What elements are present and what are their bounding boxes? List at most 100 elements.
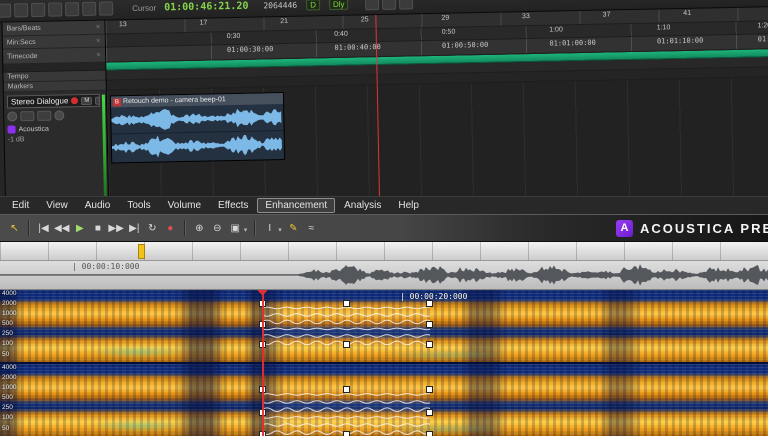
- cursor-label: Cursor: [132, 3, 156, 12]
- daw-menu-icon[interactable]: [0, 3, 11, 17]
- playback-cursor-flag[interactable]: [258, 290, 268, 295]
- brand-name: ACOUSTICA PREMI: [640, 221, 768, 236]
- spectrogram-left-channel[interactable]: 4000 2000 1000 500 250 100 50 | 00:00:20…: [0, 290, 768, 362]
- freq-label: 250: [2, 405, 13, 412]
- acoustica-logo-icon: A: [616, 220, 633, 237]
- freq-label: 100: [2, 341, 13, 348]
- save-project-icon[interactable]: [48, 2, 62, 16]
- rewind-icon[interactable]: ◀◀: [53, 219, 70, 237]
- selection-handle[interactable]: [343, 431, 350, 436]
- fx-slot[interactable]: Acoustica: [7, 124, 100, 134]
- spectrogram-view: 4000 2000 1000 500 250 100 50 | 00:00:20…: [0, 290, 768, 436]
- acoustica-toolbar: ↖ |◀ ◀◀ ▶ ■ ▶▶ ▶| ↻ ● ⊕ ⊖ ▣ ▾ I ▾ ✎ ≈ A …: [0, 214, 768, 242]
- playback-cursor[interactable]: [262, 290, 264, 436]
- freq-label: 4000: [2, 291, 16, 298]
- skip-to-start-icon[interactable]: |◀: [35, 219, 52, 237]
- mute-button[interactable]: M: [81, 96, 92, 104]
- pan-knob[interactable]: [7, 111, 17, 121]
- close-icon[interactable]: ✕: [96, 51, 101, 58]
- selection-handle[interactable]: [426, 341, 433, 348]
- overview-time-label: | 00:00:10:000: [72, 262, 139, 271]
- close-icon[interactable]: ✕: [95, 24, 100, 31]
- brand-area: A ACOUSTICA PREMI: [616, 215, 768, 241]
- status-badge-d: D: [306, 0, 320, 10]
- spectrogram-right-channel[interactable]: 4000 2000 1000 500 250 100 50: [0, 362, 768, 436]
- fast-forward-icon[interactable]: ▶▶: [107, 219, 124, 237]
- track-name[interactable]: Stereo Dialogue M S: [7, 94, 100, 109]
- selection-handle[interactable]: [343, 341, 350, 348]
- menu-analysis[interactable]: Analysis: [336, 198, 389, 213]
- playhead-marker[interactable]: [138, 244, 145, 259]
- harmonic-lines: [262, 389, 430, 435]
- daw-window: Cursor 01:00:46:21.20 2064446 D Dly CKS …: [0, 0, 768, 196]
- chevron-down-icon[interactable]: ▾: [244, 226, 248, 234]
- metronome-icon[interactable]: [365, 0, 379, 10]
- freq-label: 1000: [2, 385, 16, 392]
- harmonics-tool-icon[interactable]: ≈: [303, 219, 320, 237]
- width-knob[interactable]: [54, 110, 64, 120]
- skip-to-end-icon[interactable]: ▶|: [126, 219, 143, 237]
- acoustica-window: Edit View Audio Tools Volume Effects Enh…: [0, 196, 768, 431]
- harmonic-lines: [262, 303, 430, 345]
- menu-tools[interactable]: Tools: [119, 198, 158, 213]
- play-icon[interactable]: ▶: [71, 219, 88, 237]
- menu-help[interactable]: Help: [390, 198, 427, 213]
- freq-label: 2000: [2, 375, 16, 382]
- fx-button[interactable]: [20, 111, 34, 121]
- freq-label: 100: [2, 415, 13, 422]
- menu-enhancement[interactable]: Enhancement: [257, 198, 335, 213]
- menu-volume[interactable]: Volume: [160, 198, 209, 213]
- record-arm-icon[interactable]: [71, 97, 78, 104]
- menu-view[interactable]: View: [38, 198, 76, 213]
- record-icon[interactable]: ●: [162, 219, 179, 237]
- arrange-area[interactable]: B Retouch demo - camera beep-01: [107, 77, 768, 196]
- grid-icon[interactable]: [382, 0, 396, 10]
- loop-icon[interactable]: ↻: [144, 219, 161, 237]
- spectrogram-time-label: | 00:00:20:000: [400, 292, 467, 301]
- menu-edit[interactable]: Edit: [4, 198, 37, 213]
- new-project-icon[interactable]: [14, 3, 28, 17]
- zoom-out-icon[interactable]: ⊖: [209, 219, 226, 237]
- menu-audio[interactable]: Audio: [77, 198, 119, 213]
- zoom-in-icon[interactable]: ⊕: [191, 219, 208, 237]
- undo-icon[interactable]: [65, 2, 79, 16]
- selection-handle[interactable]: [426, 409, 433, 416]
- overview-waveform[interactable]: | 00:00:10:000: [0, 261, 768, 290]
- open-project-icon[interactable]: [31, 3, 45, 17]
- selection-handle[interactable]: [426, 321, 433, 328]
- editor-time-ruler[interactable]: [0, 242, 768, 261]
- mixer-icon[interactable]: [399, 0, 413, 10]
- item-lock-badge[interactable]: B: [113, 98, 121, 106]
- freq-label: 2000: [2, 301, 16, 308]
- chevron-down-icon[interactable]: ▾: [278, 226, 282, 234]
- time-selection-icon[interactable]: I: [261, 219, 278, 237]
- track-volume-value[interactable]: -1 dB: [8, 135, 101, 144]
- spectral-selection[interactable]: [262, 303, 430, 345]
- snap-icon[interactable]: [99, 1, 113, 15]
- env-button[interactable]: [37, 111, 51, 121]
- status-badge-dly: Dly: [329, 0, 349, 10]
- sample-position-readout: 2064446: [263, 0, 297, 10]
- freq-label: 500: [2, 395, 13, 402]
- plugin-icon: [7, 125, 15, 133]
- menu-effects[interactable]: Effects: [210, 198, 256, 213]
- selection-handle[interactable]: [426, 300, 433, 307]
- selection-handle[interactable]: [426, 386, 433, 393]
- pointer-tool-icon[interactable]: ↖: [6, 219, 23, 237]
- selection-handle[interactable]: [343, 386, 350, 393]
- pencil-tool-icon[interactable]: ✎: [285, 219, 302, 237]
- selection-handle[interactable]: [343, 300, 350, 307]
- spectral-selection[interactable]: [262, 389, 430, 435]
- track-control-panel: Stereo Dialogue M S Acoustica: [4, 91, 108, 196]
- cursor-time-readout: 01:00:46:21.20: [164, 0, 249, 13]
- freq-label: 4000: [2, 365, 16, 372]
- zoom-selection-icon[interactable]: ▣: [227, 219, 244, 237]
- menu-bar: Edit View Audio Tools Volume Effects Enh…: [0, 196, 768, 214]
- stop-icon[interactable]: ■: [89, 219, 106, 237]
- audio-item[interactable]: B Retouch demo - camera beep-01: [110, 92, 285, 163]
- solo-button[interactable]: S: [95, 96, 100, 104]
- selection-handle[interactable]: [426, 431, 433, 436]
- waveform-left: [111, 104, 281, 133]
- close-icon[interactable]: ✕: [96, 37, 101, 44]
- redo-icon[interactable]: [82, 2, 96, 16]
